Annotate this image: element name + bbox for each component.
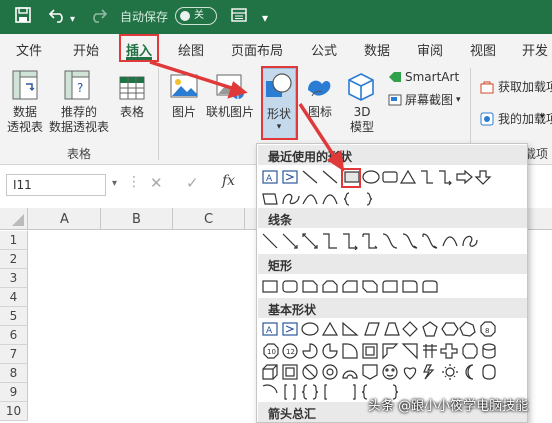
watermark: 头条 @跟小小筱学电脑技能 (368, 399, 529, 414)
annotation-arrows (149, 60, 345, 172)
highlight-shapes-button (261, 66, 298, 140)
